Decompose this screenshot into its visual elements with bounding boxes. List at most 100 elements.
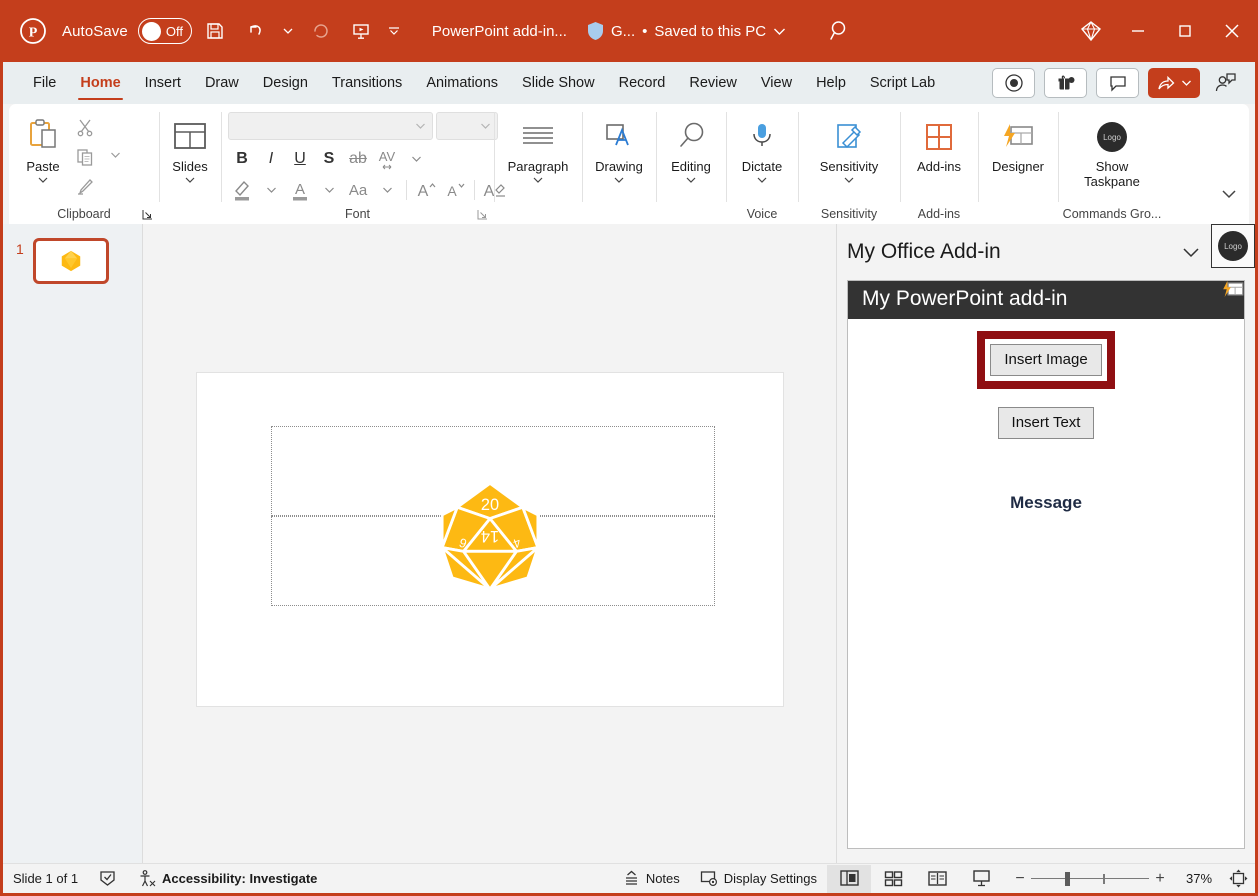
editing-chevron-down-icon[interactable] <box>685 176 697 184</box>
share-chevron-down-icon[interactable] <box>1181 79 1192 87</box>
document-title[interactable]: PowerPoint add-in... <box>432 23 567 40</box>
reading-view-icon[interactable] <box>915 865 959 893</box>
paste-button[interactable]: Paste <box>16 110 70 184</box>
underline-button[interactable]: U <box>286 145 314 173</box>
zoom-slider[interactable]: − + <box>1009 870 1171 888</box>
save-status-group[interactable]: G... • Saved to this PC <box>587 21 786 41</box>
addins-button[interactable]: Add-ins <box>910 110 968 175</box>
show-taskpane-button[interactable]: Logo Show Taskpane <box>1077 110 1147 190</box>
tab-file[interactable]: File <box>21 62 68 104</box>
sensitivity-button[interactable]: Sensitivity <box>813 110 886 184</box>
save-icon[interactable] <box>198 14 232 48</box>
text-highlight-chevron-down-icon[interactable] <box>257 176 285 204</box>
increase-font-size-button[interactable]: A <box>412 176 440 204</box>
slideshow-view-icon[interactable] <box>959 865 1003 893</box>
inserted-image-d20-die-icon[interactable]: 20 14 6 4 <box>427 477 553 603</box>
tab-home[interactable]: Home <box>68 62 132 104</box>
italic-button[interactable]: I <box>257 145 285 173</box>
fit-to-window-icon[interactable] <box>1221 865 1255 893</box>
normal-view-icon[interactable] <box>827 865 871 893</box>
character-spacing-button[interactable]: AV <box>373 145 401 173</box>
tab-slide-show[interactable]: Slide Show <box>510 62 607 104</box>
insert-image-button[interactable]: Insert Image <box>990 344 1101 376</box>
change-case-chevron-down-icon[interactable] <box>373 176 401 204</box>
decrease-font-size-button[interactable]: A <box>441 176 469 204</box>
copy-chevron-down-icon[interactable] <box>100 141 130 169</box>
rail-show-taskpane-button[interactable]: Logo <box>1211 224 1255 268</box>
dialog-launcher-icon[interactable] <box>477 209 488 220</box>
change-case-button[interactable]: Aa <box>344 176 372 204</box>
dictate-chevron-down-icon[interactable] <box>756 176 768 184</box>
diamond-icon[interactable] <box>1067 0 1114 62</box>
quick-access-more-icon[interactable] <box>384 14 404 48</box>
font-color-chevron-down-icon[interactable] <box>315 176 343 204</box>
tab-animations[interactable]: Animations <box>414 62 510 104</box>
insert-text-button[interactable]: Insert Text <box>998 407 1095 439</box>
font-name-input[interactable] <box>228 112 433 140</box>
save-status-chevron-down-icon[interactable] <box>773 27 786 36</box>
rail-designer-button[interactable] <box>1211 268 1255 312</box>
taskpane-chevron-down-icon[interactable] <box>1177 238 1205 266</box>
tab-review[interactable]: Review <box>677 62 749 104</box>
slides-button[interactable]: Slides <box>163 110 217 184</box>
person-share-icon[interactable] <box>1209 68 1243 98</box>
undo-chevron-down-icon[interactable] <box>278 14 298 48</box>
zoom-slider-handle[interactable] <box>1065 872 1070 886</box>
notes-button[interactable]: Notes <box>613 864 690 894</box>
spellcheck-button[interactable] <box>88 864 127 894</box>
dialog-launcher-icon[interactable] <box>142 209 153 220</box>
font-name-chevron-down-icon[interactable] <box>415 122 426 130</box>
strikethrough-button[interactable]: ab <box>344 145 372 173</box>
text-highlight-icon[interactable] <box>228 176 256 204</box>
text-shadow-button[interactable]: S <box>315 145 343 173</box>
slide-canvas-area[interactable]: 20 14 6 4 <box>143 224 837 863</box>
format-painter-icon[interactable] <box>70 173 100 201</box>
cut-icon[interactable] <box>70 113 100 141</box>
font-size-chevron-down-icon[interactable] <box>480 122 491 130</box>
slide-thumbnail-1[interactable]: 1 <box>3 238 142 284</box>
zoom-in-button[interactable]: + <box>1149 870 1171 888</box>
search-icon[interactable] <box>828 19 852 43</box>
tab-script-lab[interactable]: Script Lab <box>858 62 947 104</box>
drawing-chevron-down-icon[interactable] <box>613 176 625 184</box>
sensitivity-chevron-down-icon[interactable] <box>843 176 855 184</box>
tab-help[interactable]: Help <box>804 62 858 104</box>
zoom-level-label[interactable]: 37% <box>1177 871 1221 886</box>
start-presentation-icon[interactable] <box>344 14 378 48</box>
slides-chevron-down-icon[interactable] <box>184 176 196 184</box>
zoom-slider-track[interactable] <box>1031 878 1149 880</box>
tab-record[interactable]: Record <box>607 62 678 104</box>
close-icon[interactable] <box>1208 0 1255 62</box>
zoom-out-button[interactable]: − <box>1009 870 1031 888</box>
tab-design[interactable]: Design <box>251 62 320 104</box>
editing-button[interactable]: Editing <box>664 110 718 184</box>
minimize-icon[interactable] <box>1114 0 1161 62</box>
paragraph-chevron-down-icon[interactable] <box>532 176 544 184</box>
tab-insert[interactable]: Insert <box>133 62 193 104</box>
slide-thumbnail-image[interactable] <box>33 238 109 284</box>
font-color-icon[interactable]: A <box>286 176 314 204</box>
autosave-toggle[interactable]: Off <box>138 18 192 44</box>
accessibility-status[interactable]: Accessibility: Investigate <box>127 864 327 894</box>
redo-icon[interactable] <box>304 14 338 48</box>
dictate-button[interactable]: Dictate <box>735 110 789 184</box>
drawing-button[interactable]: Drawing <box>589 110 649 184</box>
slide-surface[interactable]: 20 14 6 4 <box>196 372 784 707</box>
bold-button[interactable]: B <box>228 145 256 173</box>
copy-icon[interactable] <box>70 143 100 171</box>
ribbon-collapse-chevron-down-icon[interactable] <box>1217 182 1241 206</box>
maximize-icon[interactable] <box>1161 0 1208 62</box>
undo-icon[interactable] <box>238 14 272 48</box>
tab-draw[interactable]: Draw <box>193 62 251 104</box>
record-circle-icon[interactable] <box>992 68 1035 98</box>
slide-sorter-icon[interactable] <box>871 865 915 893</box>
teams-gift-icon[interactable] <box>1044 68 1087 98</box>
share-button[interactable] <box>1148 68 1200 98</box>
display-settings-button[interactable]: Display Settings <box>690 864 827 894</box>
designer-button[interactable]: Designer <box>985 110 1051 175</box>
tab-view[interactable]: View <box>749 62 804 104</box>
font-size-input[interactable] <box>436 112 498 140</box>
comment-icon[interactable] <box>1096 68 1139 98</box>
char-spacing-chevron-down-icon[interactable] <box>402 145 430 173</box>
paste-chevron-down-icon[interactable] <box>37 176 49 184</box>
